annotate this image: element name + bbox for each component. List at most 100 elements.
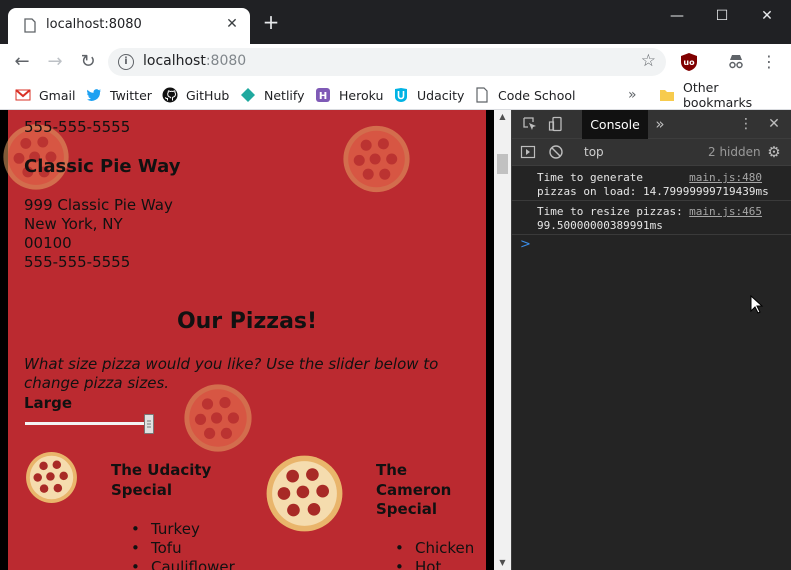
close-tab-icon[interactable]: ✕ [224,16,240,32]
page-viewport: 555-555-5555 Classic Pie Way 999 Classic… [0,110,494,570]
gmail-icon [15,89,31,101]
address-line: 999 Classic Pie Way [24,196,173,214]
size-prompt: What size pizza would you like? Use the … [24,355,439,392]
bookmark-label: Udacity [417,87,465,103]
ublock-icon[interactable]: uo [679,52,699,72]
url-host: localhost [143,53,206,69]
console-settings-gear-icon[interactable]: ⚙ [766,144,782,160]
clear-console-icon[interactable] [548,144,564,160]
url-port: :8080 [205,53,247,69]
minimize-button[interactable]: — [654,0,700,32]
close-window-button[interactable]: ✕ [744,0,790,32]
menu-item-name-line: Special [376,500,438,518]
log-source-link[interactable]: main.js:480 [689,171,762,185]
bookmark-star-icon[interactable]: ☆ [641,51,656,71]
ingredient-item: Cauliflower [151,558,235,570]
more-tabs-chevron-icon[interactable]: » [652,116,668,132]
devtools-tabbar: Console » ⋮ ✕ [512,110,791,139]
store-address: 999 Classic Pie Way New York, NY 00100 5… [24,196,173,272]
menu-dots-icon[interactable]: ⋮ [757,50,781,74]
pizza-image [26,452,77,503]
address-line: 555-555-5555 [24,253,131,271]
forward-button[interactable]: → [43,50,67,74]
folder-icon [660,90,674,101]
bookmark-label: Code School [498,87,576,103]
address-line: 00100 [24,234,72,252]
browser-tab[interactable]: localhost:8080 ✕ [8,8,250,44]
store-name: Classic Pie Way [24,156,181,177]
console-filter-bar: top 2 hidden ⚙ [512,139,791,166]
bookmark-netlify[interactable]: Netlify [240,86,304,104]
new-tab-button[interactable]: + [262,12,280,32]
device-toolbar-icon[interactable] [548,116,564,132]
pizza-image [266,455,343,532]
address-bar[interactable]: i localhost:8080 ☆ [108,48,666,76]
bookmark-udacity[interactable]: Udacity [393,86,464,104]
store-phone-previous: 555-555-5555 [24,118,131,136]
page-scrollbar[interactable]: ▲ ▼ [494,110,511,570]
udacity-icon [395,88,407,102]
size-slider-handle[interactable] [144,414,154,434]
inspect-element-icon[interactable] [522,116,538,132]
devtools-panel: Console » ⋮ ✕ top 2 hidden ⚙ Time to gen… [511,110,791,570]
log-source-link[interactable]: main.js:465 [689,205,762,219]
pizzas-heading: Our Pizzas! [176,309,318,334]
bookmark-label: Netlify [264,87,305,103]
bookmarks-bar: Gmail Twitter GitHub Netlify H Heroku Ud… [0,80,791,110]
bookmark-heroku[interactable]: H Heroku [315,86,383,104]
page-icon [24,18,36,33]
page-icon [476,87,488,103]
incognito-extension-icon[interactable] [726,52,746,72]
mouse-cursor-icon [750,295,764,314]
maximize-button[interactable]: ☐ [699,0,745,32]
sliding-pizza-icon [343,125,410,193]
info-icon[interactable]: i [118,54,134,70]
ingredient-item: Turkey [151,520,235,539]
tab-console[interactable]: Console [582,110,648,139]
bookmark-github[interactable]: GitHub [162,86,229,104]
heroku-icon: H [316,88,330,102]
github-icon [162,87,178,103]
bookmark-label: Twitter [110,87,152,103]
bookmark-gmail[interactable]: Gmail [15,86,75,104]
devtools-menu-icon[interactable]: ⋮ [738,116,754,132]
ingredient-list: Chicken Hot [415,539,474,570]
scrollbar-thumb[interactable] [497,154,508,174]
title-bar: localhost:8080 ✕ + — ☐ ✕ [0,0,791,44]
size-label: Large [24,394,72,412]
back-button[interactable]: ← [10,50,34,74]
console-prompt[interactable]: > [520,237,531,252]
tab-title: localhost:8080 [46,17,142,32]
sidebar-toggle-icon[interactable] [520,144,536,160]
menu-item-name-line: The [376,461,408,479]
bookmark-label: Heroku [339,87,384,103]
svg-text:uo: uo [683,58,695,67]
other-bookmarks-folder[interactable]: Other bookmarks [659,80,791,110]
reload-button[interactable]: ↻ [76,50,100,74]
console-log-entry: Time to generate pizzas on load: 14.79999… [512,167,791,201]
ingredient-item: Tofu [151,539,235,558]
menu-item-name: The Cameron Special [376,461,451,520]
bookmark-label: GitHub [186,87,230,103]
bookmark-label: Other bookmarks [683,80,753,110]
close-devtools-icon[interactable]: ✕ [766,116,782,132]
bookmark-label: Gmail [39,87,76,103]
ingredient-item: Hot [415,558,474,570]
bookmarks-overflow-button[interactable]: » [628,86,637,104]
hidden-messages-count[interactable]: 2 hidden [708,145,761,159]
browser-toolbar: ← → ↻ i localhost:8080 ☆ uo ⋮ [0,44,791,80]
twitter-icon [87,89,101,101]
scroll-up-arrow-icon[interactable]: ▲ [494,112,511,122]
ingredient-list: Turkey Tofu Cauliflower [151,520,235,570]
console-log-entry: Time to resize pizzas: 99.50000000389991m… [512,201,791,235]
ingredient-item: Chicken [415,539,474,558]
bookmark-code-school[interactable]: Code School [474,86,575,104]
log-message: Time to resize pizzas: 99.50000000389991m… [537,205,683,232]
menu-item-name-line: Cameron [376,480,452,499]
menu-item-name: The Udacity Special [111,461,211,500]
scroll-down-arrow-icon[interactable]: ▼ [494,558,511,568]
bookmark-twitter[interactable]: Twitter [86,86,152,104]
execution-context-selector[interactable]: top [584,145,604,159]
size-slider-track[interactable] [25,422,149,425]
svg-text:H: H [319,91,327,102]
